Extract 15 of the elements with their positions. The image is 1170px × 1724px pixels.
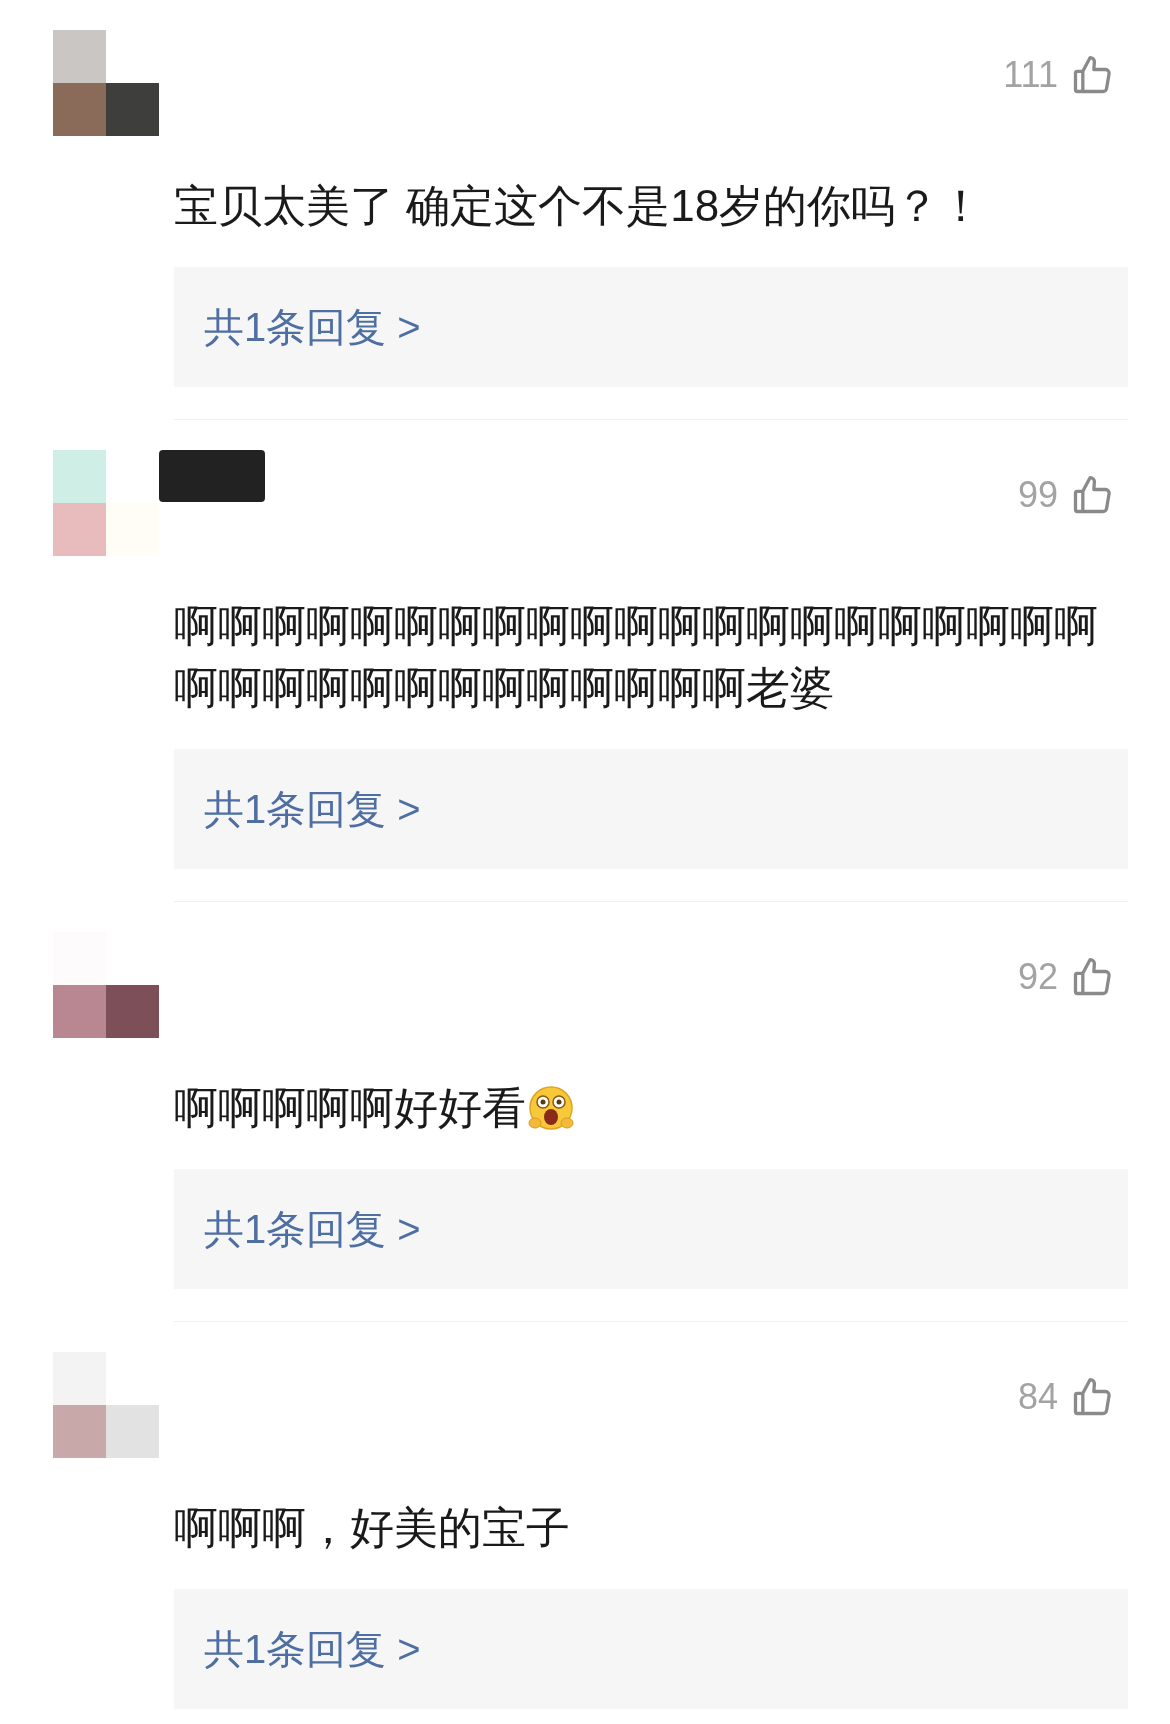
comment-text: 宝贝太美了 确定这个不是18岁的你吗？！	[174, 180, 984, 232]
view-replies-button[interactable]: 共1条回复 >	[174, 749, 1128, 869]
comment-text: 啊啊啊啊啊啊啊啊啊啊啊啊啊啊啊啊啊啊啊啊啊啊啊啊啊啊啊啊啊啊啊啊啊啊老婆	[174, 600, 1099, 714]
like-count: 84	[1017, 1375, 1058, 1419]
like-count: 99	[1017, 473, 1058, 517]
like-count: 92	[1017, 955, 1058, 999]
like-count: 111	[1003, 53, 1058, 97]
comment-text: 啊啊啊，好美的宝子	[174, 1502, 570, 1554]
emoji-icon	[526, 1083, 576, 1133]
view-replies-button[interactable]: 共1条回复 >	[174, 1169, 1128, 1289]
view-replies-button[interactable]: 共1条回复 >	[174, 267, 1128, 387]
avatar[interactable]	[53, 932, 159, 1038]
comment-text: 啊啊啊啊啊好好看	[174, 1082, 526, 1134]
view-replies-button[interactable]: 共1条回复 >	[174, 1589, 1128, 1709]
avatar[interactable]	[53, 30, 159, 136]
